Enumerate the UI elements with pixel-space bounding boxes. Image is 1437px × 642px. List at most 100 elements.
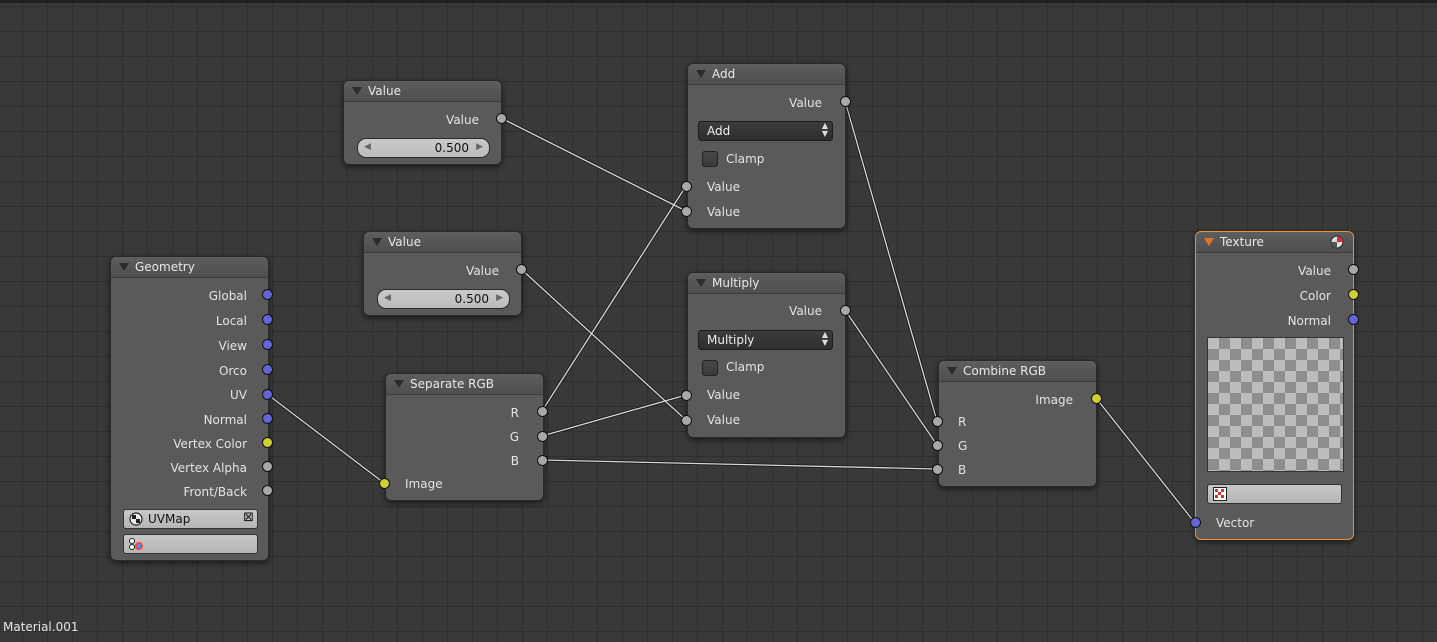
value1-output-socket[interactable] xyxy=(496,113,507,124)
link-image-to-vector[interactable] xyxy=(1095,397,1196,524)
node-header[interactable]: Combine RGB xyxy=(939,361,1096,382)
clamp-checkbox[interactable] xyxy=(702,151,718,167)
texture-value-socket[interactable] xyxy=(1348,264,1359,275)
node-title: Texture xyxy=(1220,235,1264,249)
value-number-field[interactable]: ◀ 0.500 ▶ xyxy=(377,289,510,309)
link-add-to-combine-r[interactable] xyxy=(844,100,938,422)
texture-checker-icon xyxy=(1213,487,1227,501)
input-label-b: B xyxy=(958,463,967,477)
decrement-arrow-icon[interactable]: ◀ xyxy=(384,293,391,303)
separate-g-socket[interactable] xyxy=(537,431,548,442)
combine-g-input-socket[interactable] xyxy=(932,440,943,451)
geometry-view-socket[interactable] xyxy=(262,339,273,350)
add-input-socket-1[interactable] xyxy=(681,181,692,192)
collapse-triangle-icon[interactable] xyxy=(696,70,706,78)
value-number-field[interactable]: ◀ 0.500 ▶ xyxy=(357,138,490,158)
clear-x-icon[interactable]: ⊠ xyxy=(243,510,254,525)
separate-rgb-node[interactable]: Separate RGB R G B Image xyxy=(385,373,544,501)
add-output-socket[interactable] xyxy=(840,96,851,107)
output-label-vertex-color: Vertex Color xyxy=(173,437,247,451)
separate-r-socket[interactable] xyxy=(537,406,548,417)
geometry-node[interactable]: Geometry Global Local View Orco UV Norma… xyxy=(110,256,269,561)
collapse-triangle-icon[interactable] xyxy=(394,380,404,388)
combine-b-input-socket[interactable] xyxy=(932,464,943,475)
texture-selector-field[interactable] xyxy=(1207,484,1342,504)
input-label-image: Image xyxy=(405,477,443,491)
value-node-2[interactable]: Value Value ◀ 0.500 ▶ xyxy=(363,231,522,316)
node-header[interactable]: Texture xyxy=(1196,232,1353,253)
value-node-1[interactable]: Value Value ◀ 0.500 ▶ xyxy=(343,80,502,165)
output-label-value: Value xyxy=(789,304,822,318)
output-label-b: B xyxy=(510,454,519,468)
increment-arrow-icon[interactable]: ▶ xyxy=(496,293,503,303)
texture-normal-socket[interactable] xyxy=(1348,314,1359,325)
collapse-triangle-icon[interactable] xyxy=(696,279,706,287)
geometry-global-socket[interactable] xyxy=(262,289,273,300)
combine-r-input-socket[interactable] xyxy=(932,416,943,427)
geometry-uv-socket[interactable] xyxy=(262,389,273,400)
link-g-to-multiply[interactable] xyxy=(541,394,687,437)
node-header[interactable]: Multiply xyxy=(688,273,845,294)
geometry-vertex-color-socket[interactable] xyxy=(262,437,273,448)
collapse-triangle-icon[interactable] xyxy=(947,367,957,375)
separate-b-socket[interactable] xyxy=(537,455,548,466)
collapse-triangle-icon[interactable] xyxy=(352,87,362,95)
output-label-image: Image xyxy=(1035,393,1073,407)
multiply-input-socket-2[interactable] xyxy=(681,415,692,426)
add-node[interactable]: Add Value Add ▲ ▼ Clamp Value Value xyxy=(687,63,846,229)
input-label-vector: Vector xyxy=(1216,516,1255,530)
geometry-vertex-alpha-socket[interactable] xyxy=(262,461,273,472)
output-label-uv: UV xyxy=(230,388,247,402)
add-input-socket-2[interactable] xyxy=(681,206,692,217)
clamp-checkbox[interactable] xyxy=(702,360,718,376)
clamp-label: Clamp xyxy=(726,360,765,374)
collapse-triangle-icon[interactable] xyxy=(1204,238,1214,246)
decrement-arrow-icon[interactable]: ◀ xyxy=(364,142,371,152)
texture-vector-input-socket[interactable] xyxy=(1190,517,1201,528)
link-value2-to-multiply[interactable] xyxy=(520,268,687,421)
node-header[interactable]: Geometry xyxy=(111,257,268,278)
output-label-local: Local xyxy=(215,314,247,328)
input-label-r: R xyxy=(958,415,967,429)
texture-color-socket[interactable] xyxy=(1348,289,1359,300)
collapse-triangle-icon[interactable] xyxy=(372,238,382,246)
combine-image-output-socket[interactable] xyxy=(1091,393,1102,404)
node-title: Add xyxy=(712,67,736,81)
updown-arrows-icon: ▲ ▼ xyxy=(821,121,828,138)
node-header[interactable]: Value xyxy=(364,232,521,253)
node-title: Combine RGB xyxy=(963,364,1047,378)
texture-preview xyxy=(1207,337,1344,472)
link-r-to-add[interactable] xyxy=(541,185,687,412)
vertex-color-field[interactable] xyxy=(123,534,258,554)
geometry-normal-socket[interactable] xyxy=(262,413,273,424)
node-header[interactable]: Separate RGB xyxy=(386,374,543,395)
link-uv-to-separate[interactable] xyxy=(266,393,385,484)
geometry-local-socket[interactable] xyxy=(262,314,273,325)
node-header[interactable]: Value xyxy=(344,81,501,102)
output-label-orco: Orco xyxy=(218,364,247,378)
texture-node[interactable]: Texture Value Color Normal Vector xyxy=(1195,231,1354,540)
vertex-color-icon xyxy=(129,538,143,550)
operation-dropdown[interactable]: Multiply ▲ ▼ xyxy=(698,330,833,350)
geometry-front-back-socket[interactable] xyxy=(262,485,273,496)
link-b-to-combine[interactable] xyxy=(541,459,938,470)
multiply-node[interactable]: Multiply Value Multiply ▲ ▼ Clamp Value V… xyxy=(687,272,846,438)
link-value1-to-add[interactable] xyxy=(500,117,687,212)
material-preview-icon[interactable] xyxy=(1330,235,1344,249)
uv-map-name: UVMap xyxy=(148,512,191,526)
separate-image-input-socket[interactable] xyxy=(379,478,390,489)
node-header[interactable]: Add xyxy=(688,64,845,85)
multiply-input-socket-1[interactable] xyxy=(681,390,692,401)
value2-output-socket[interactable] xyxy=(516,264,527,275)
geometry-orco-socket[interactable] xyxy=(262,364,273,375)
operation-dropdown[interactable]: Add ▲ ▼ xyxy=(698,121,833,141)
collapse-triangle-icon[interactable] xyxy=(119,263,129,271)
output-label-g: G xyxy=(509,430,519,444)
multiply-output-socket[interactable] xyxy=(840,305,851,316)
updown-arrows-icon: ▲ ▼ xyxy=(821,330,828,347)
node-title: Multiply xyxy=(712,276,760,290)
combine-rgb-node[interactable]: Combine RGB Image R G B xyxy=(938,360,1097,487)
clamp-label: Clamp xyxy=(726,152,765,166)
increment-arrow-icon[interactable]: ▶ xyxy=(476,142,483,152)
uv-map-field[interactable]: UVMap ⊠ xyxy=(123,509,258,529)
